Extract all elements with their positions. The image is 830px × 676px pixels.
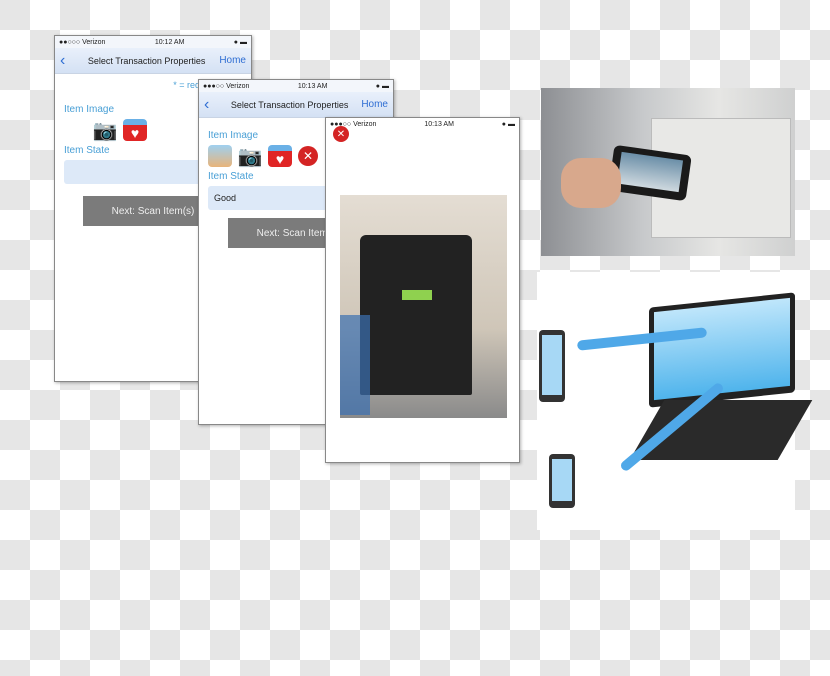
battery-icon: ● ▬ [375,82,389,90]
camera-icon[interactable]: 📷 [238,145,262,168]
clock: 10:13 AM [297,82,328,90]
battery-icon: ● ▬ [233,38,247,46]
clock: 10:13 AM [424,120,454,128]
nav-bar: ‹ Select Transaction Properties Home [199,92,393,118]
carrier: ●●○○○ Verizon [59,38,106,46]
carrier: ●●●○○ Verizon [203,82,250,90]
home-link[interactable]: Home [219,55,246,66]
photo-stack-icon[interactable] [208,145,232,167]
gallery-icon[interactable]: ♥ [123,119,147,141]
home-link[interactable]: Home [361,99,388,110]
back-icon[interactable]: ‹ [60,52,74,70]
photo-scanning-printer [541,88,795,256]
page-title: Select Transaction Properties [87,55,206,66]
close-icon[interactable]: ✕ [333,126,349,142]
delete-icon[interactable]: ✕ [298,146,318,166]
devices-sync-illustration [537,272,813,530]
status-bar: ●●●○○ Verizon 10:13 AM ● ▬ [199,80,393,92]
clock: 10:12 AM [154,38,185,46]
page-title: Select Transaction Properties [230,99,349,110]
camera-icon[interactable]: 📷 [93,119,117,142]
status-bar: ●●○○○ Verizon 10:12 AM ● ▬ [55,36,251,48]
nas-device-image [360,235,472,395]
captured-photo [340,195,507,418]
nav-bar: ‹ Select Transaction Properties Home [55,48,251,74]
back-icon[interactable]: ‹ [204,96,218,114]
battery-icon: ● ▬ [501,120,515,128]
gallery-icon[interactable]: ♥ [268,145,292,167]
status-bar: ●●●○○ Verizon 10:13 AM ● ▬ [326,118,519,130]
phone-screen-3: ●●●○○ Verizon 10:13 AM ● ▬ ✕ [325,117,520,463]
